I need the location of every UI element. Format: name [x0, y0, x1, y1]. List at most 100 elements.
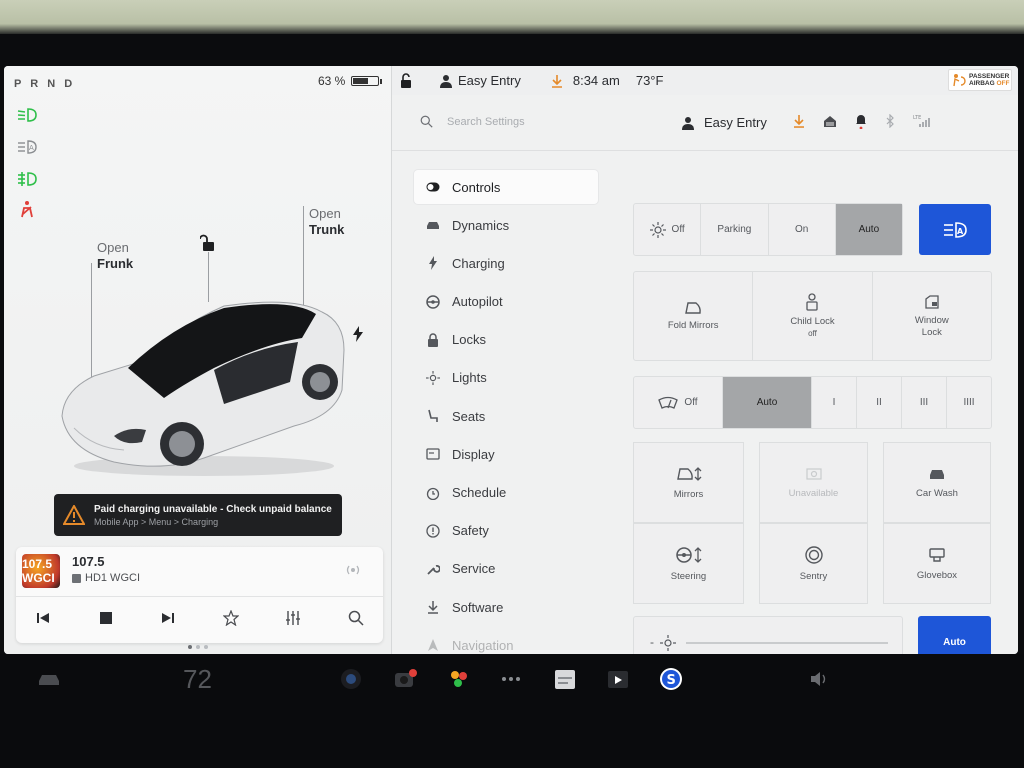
nav-item-label: Lights — [452, 370, 487, 386]
toast-subtitle: Mobile App > Menu > Charging — [94, 516, 219, 527]
headlights-control: Off Parking On Auto — [633, 203, 903, 256]
profile-button[interactable]: Easy Entry — [682, 115, 767, 130]
notification-bell-icon[interactable] — [855, 113, 867, 132]
unlock-status-icon[interactable] — [400, 72, 414, 89]
window-lock-button[interactable]: Window Lock — [873, 272, 991, 360]
bluetooth-icon[interactable] — [885, 113, 895, 131]
car-panel: P R N D 63 % A Open Frunk Open Trunk Pai… — [4, 66, 392, 654]
navigation-icon — [426, 638, 440, 652]
wipers-speed-1[interactable]: I — [812, 377, 857, 428]
station-name-row: HD1 WGCI — [72, 572, 140, 584]
brightness-auto-button[interactable]: Auto — [918, 616, 991, 654]
sun-icon — [426, 370, 440, 385]
nav-item-seats[interactable]: Seats — [414, 399, 598, 433]
frunk-callout[interactable]: Open Frunk — [97, 240, 133, 272]
headlights-on[interactable]: On — [769, 204, 836, 255]
sentry-tile[interactable]: Sentry — [759, 523, 868, 604]
charge-port-icon[interactable] — [352, 326, 364, 347]
brightness-minus: - — [650, 635, 654, 649]
charging-alert-toast[interactable]: Paid charging unavailable - Check unpaid… — [54, 494, 342, 536]
next-track-icon[interactable] — [155, 605, 181, 631]
nav-item-locks[interactable]: Locks — [414, 323, 598, 357]
airbag-line1: PASSENGER — [969, 73, 1010, 80]
download-icon — [426, 600, 440, 614]
nav-item-lights[interactable]: Lights — [414, 361, 598, 395]
airbag-icon — [953, 74, 966, 87]
wipers-auto[interactable]: Auto — [723, 377, 812, 428]
lock-icon — [426, 333, 440, 347]
child-lock-button[interactable]: Child Lock off — [753, 272, 873, 360]
svg-text:A: A — [29, 144, 34, 152]
nav-item-dynamics[interactable]: Dynamics — [414, 208, 598, 242]
search-icon — [420, 115, 433, 128]
settings-search[interactable]: Search Settings — [420, 115, 525, 128]
nav-item-autopilot[interactable]: Autopilot — [414, 285, 598, 319]
cabin-temperature[interactable]: 72 — [183, 664, 212, 695]
fog-light-icon — [16, 170, 38, 188]
software-update-icon[interactable] — [551, 74, 563, 88]
calendar-icon[interactable] — [552, 666, 578, 692]
wipers-speed-4[interactable]: IIII — [947, 377, 991, 428]
bezel-top — [0, 0, 1024, 34]
download-icon[interactable] — [793, 114, 805, 131]
trunk-open-label: Open — [309, 206, 341, 221]
stop-icon[interactable] — [93, 605, 119, 631]
nav-item-controls[interactable]: Controls — [414, 170, 598, 204]
car-icon[interactable] — [36, 666, 62, 692]
wipers-speed-3[interactable]: III — [902, 377, 947, 428]
headlights-auto[interactable]: Auto — [835, 204, 902, 255]
trunk-label: Trunk — [309, 222, 345, 237]
streaming-app-icon[interactable]: S — [658, 666, 684, 692]
steering-tile[interactable]: Steering — [633, 523, 744, 604]
auto-high-beam-button[interactable]: A — [919, 204, 991, 255]
nav-item-navigation[interactable]: Navigation — [414, 628, 598, 654]
fold-mirrors-button[interactable]: Fold Mirrors — [634, 272, 754, 360]
settings-panel: Search Settings Easy Entry LTE Controls D… — [392, 95, 1018, 654]
toybox-icon[interactable] — [446, 666, 472, 692]
mirror-adjust-icon — [676, 466, 701, 481]
nav-item-software[interactable]: Software — [414, 590, 598, 624]
brightness-slider[interactable] — [686, 642, 888, 644]
nav-item-safety[interactable]: Safety — [414, 514, 598, 548]
status-bar: Easy Entry 8:34 am 73°F PASSENGER AIRBAG… — [392, 66, 1018, 95]
more-apps-icon[interactable] — [498, 666, 524, 692]
lte-signal-icon: LTE — [913, 114, 931, 131]
profile-status[interactable]: Easy Entry — [440, 73, 521, 88]
trunk-callout[interactable]: Open Trunk — [309, 206, 344, 238]
glovebox-tile[interactable]: Glovebox — [883, 523, 991, 604]
nav-item-display[interactable]: Display — [414, 437, 598, 471]
person-icon — [440, 74, 452, 88]
camera-app-icon[interactable] — [338, 666, 364, 692]
radio-signal-icon[interactable] — [345, 563, 361, 582]
media-player: 107.5 WGCI 107.5 HD1 WGCI — [16, 547, 383, 643]
nav-item-charging[interactable]: Charging — [414, 246, 598, 280]
wipers-speed-2[interactable]: II — [857, 377, 902, 428]
theater-icon[interactable] — [605, 666, 631, 692]
nav-item-label: Locks — [452, 332, 486, 348]
camera-icon — [805, 467, 822, 480]
wipers-off[interactable]: Off — [634, 377, 723, 428]
mirrors-tile[interactable]: Mirrors — [633, 442, 744, 523]
nav-item-schedule[interactable]: Schedule — [414, 476, 598, 510]
station-name: HD1 WGCI — [85, 572, 140, 584]
car-wash-tile[interactable]: Car Wash — [883, 442, 991, 523]
headlights-off[interactable]: Off — [634, 204, 702, 255]
search-icon[interactable] — [343, 605, 369, 631]
settings-header: Search Settings Easy Entry LTE — [392, 95, 1018, 151]
previous-track-icon[interactable] — [30, 605, 56, 631]
profile-name: Easy Entry — [458, 73, 521, 88]
page-dots — [188, 645, 208, 649]
svg-text:A: A — [957, 227, 964, 236]
favorite-star-icon[interactable] — [218, 605, 244, 631]
car-icon — [426, 218, 440, 232]
wipers-control: Off Auto I II III IIII — [633, 376, 992, 429]
airbag-state: OFF — [996, 80, 1010, 87]
equalizer-icon[interactable] — [280, 605, 306, 631]
nav-item-service[interactable]: Service — [414, 552, 598, 586]
display-icon — [426, 447, 440, 461]
homelink-icon[interactable] — [823, 115, 837, 131]
dashcam-icon[interactable] — [392, 666, 418, 692]
volume-icon[interactable] — [806, 666, 832, 692]
hd-radio-icon — [72, 573, 81, 583]
headlights-parking[interactable]: Parking — [701, 204, 769, 255]
